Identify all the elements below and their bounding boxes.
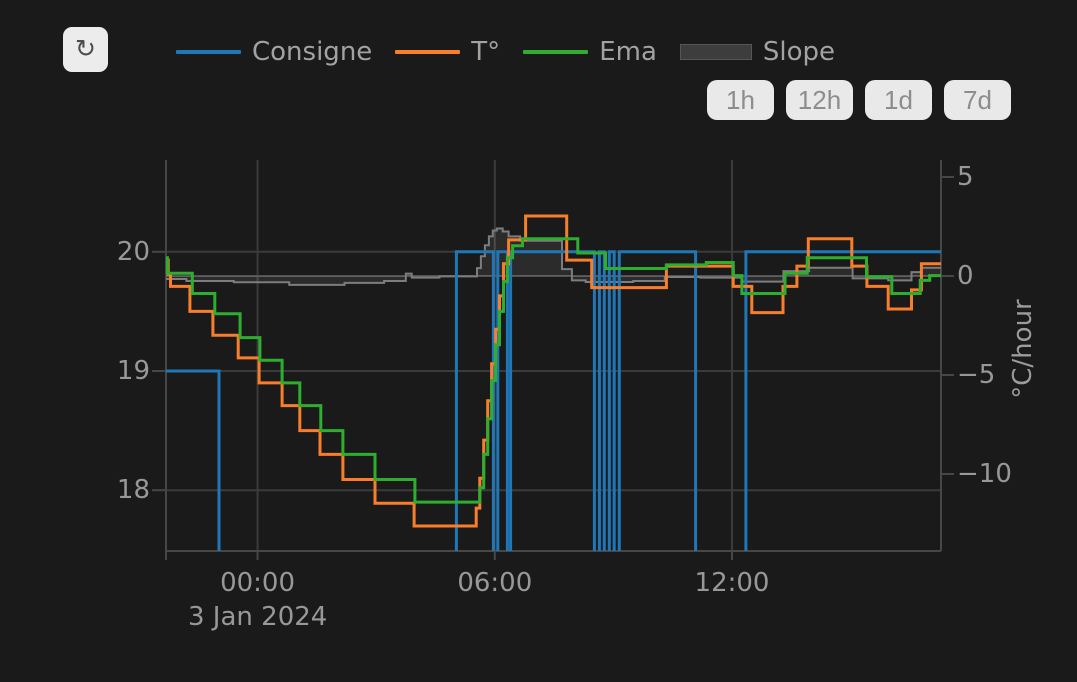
y2-axis-title: °C/hour (1008, 299, 1038, 398)
x-axis-tick-label: 00:00 (220, 568, 295, 598)
y2-axis-tick-label: −5 (957, 360, 995, 390)
y2-axis-tick-label: 5 (957, 162, 974, 192)
y2-axis-tick-label: −10 (957, 459, 1012, 489)
x-axis-date-label: 3 Jan 2024 (188, 602, 327, 632)
x-axis-tick-label: 12:00 (695, 568, 770, 598)
chart-canvas[interactable] (0, 0, 1077, 682)
app-root: { "toolbar": { "refresh_icon": "↻", "ran… (0, 0, 1077, 682)
y2-axis-tick-label: 0 (957, 261, 974, 291)
y-axis-tick-label: 20 (117, 237, 150, 267)
x-axis-tick-label: 06:00 (457, 568, 532, 598)
y-axis-tick-label: 19 (117, 356, 150, 386)
y-axis-tick-label: 18 (117, 475, 150, 505)
